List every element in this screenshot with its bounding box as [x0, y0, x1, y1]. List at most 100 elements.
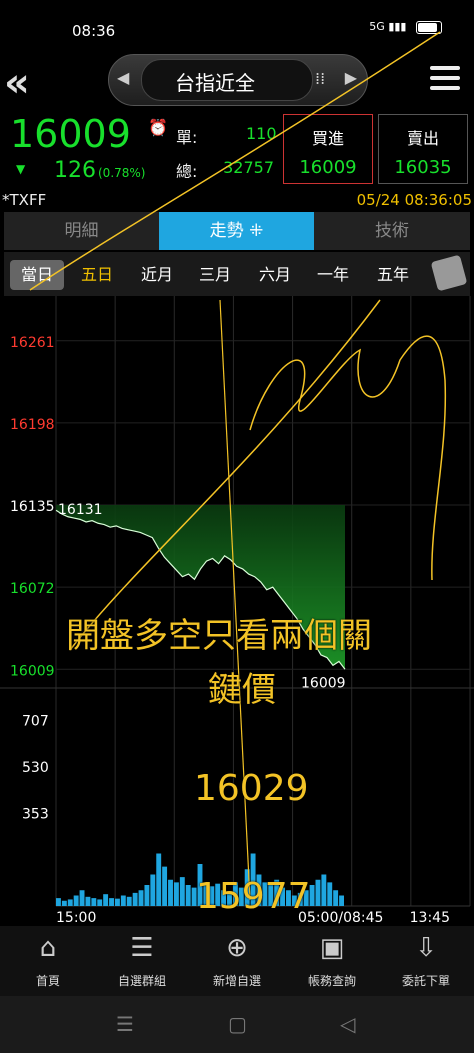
- volume-bar: [126, 896, 132, 906]
- view-tabs: 明細 走勢 ⁜ 技術: [4, 212, 470, 250]
- open-price-label: 16131: [58, 502, 103, 518]
- volume-bar: [103, 894, 109, 906]
- list-icon: ☰: [130, 933, 154, 963]
- volume-bar: [120, 895, 126, 906]
- volume-bar: [138, 890, 144, 906]
- recent-apps-icon[interactable]: ☰: [116, 1012, 134, 1036]
- quote-datetime: 05/24 08:36:05: [356, 191, 472, 209]
- volume-bar: [162, 866, 168, 906]
- plus-circle-icon: ⊕: [226, 933, 248, 963]
- back-icon[interactable]: «: [4, 60, 30, 106]
- period-3month[interactable]: 三月: [188, 260, 242, 290]
- nav-home-label: 首頁: [35, 974, 60, 988]
- settings-icon[interactable]: [430, 254, 468, 292]
- back-button-icon[interactable]: ◁: [340, 1012, 355, 1036]
- volume-bar: [67, 899, 73, 906]
- home-button-icon[interactable]: ▢: [228, 1012, 247, 1036]
- time-axis-label: 15:00: [56, 910, 96, 926]
- time-axis-label: 13:45: [410, 910, 450, 926]
- price-axis-label: 16261: [10, 335, 55, 351]
- order-icon: ⇩: [415, 933, 437, 963]
- sell-box[interactable]: 賣出 16035: [378, 114, 468, 184]
- volume-bar: [56, 898, 61, 906]
- volume-bar: [79, 890, 85, 906]
- grip-icon[interactable]: ⁞⁞: [315, 69, 325, 88]
- signal-icon: ▮▮▮: [388, 20, 407, 33]
- volume-bar: [114, 898, 120, 906]
- tab-trend[interactable]: 走勢 ⁜: [159, 212, 314, 250]
- chart-grid: [0, 296, 474, 907]
- nav-add-watch[interactable]: ⊕ 新增自選: [197, 930, 277, 989]
- nav-order[interactable]: ⇩ 委託下單: [386, 930, 466, 989]
- volume-bar: [321, 874, 327, 906]
- symbol-title: 台指近全: [175, 71, 255, 95]
- bottom-nav: ⌂ 首頁 ☰ 自選群組 ⊕ 新增自選 ▣ 帳務查詢 ⇩ 委託下單: [0, 926, 474, 996]
- last-price: 16009: [10, 112, 131, 156]
- annotation-headline-2: 鍵價: [208, 670, 276, 710]
- status-bar: 08:36 5G ▮▮▮: [0, 0, 474, 56]
- volume-bar: [333, 890, 339, 906]
- period-1month[interactable]: 近月: [130, 260, 184, 290]
- sell-value: 16035: [394, 157, 452, 178]
- symbol-selector[interactable]: ◀ 台指近全 ⁞⁞ ▶: [108, 54, 368, 106]
- annotation-headline-1: 開盤多空只看兩個關: [66, 616, 372, 656]
- price-axis-label: 16135: [10, 499, 55, 515]
- system-nav-bar: ☰ ▢ ◁: [0, 996, 474, 1053]
- price-axis-label: 16072: [10, 581, 55, 597]
- volume-bar: [144, 885, 150, 906]
- symbol-code: *TXFF: [2, 191, 47, 209]
- annotation-level-2: 15977: [196, 876, 311, 917]
- volume-bar: [150, 874, 156, 906]
- status-icons: 5G ▮▮▮: [369, 20, 442, 34]
- nav-account-label: 帳務查詢: [307, 974, 356, 988]
- network-icon: 5G: [369, 20, 385, 33]
- volume-axis-label: 353: [22, 806, 49, 822]
- tab-technical[interactable]: 技術: [314, 212, 470, 250]
- menu-icon[interactable]: [430, 66, 460, 96]
- volume-bar: [185, 885, 191, 906]
- unit-label: 單:: [176, 128, 198, 147]
- volume-bar: [97, 899, 103, 906]
- top-bar: « ◀ 台指近全 ⁞⁞ ▶: [0, 52, 474, 110]
- next-symbol-icon[interactable]: ▶: [345, 68, 357, 87]
- period-1year[interactable]: 一年: [306, 260, 360, 290]
- nav-account[interactable]: ▣ 帳務查詢: [292, 930, 372, 989]
- sell-label: 賣出: [406, 129, 439, 148]
- period-6month[interactable]: 六月: [248, 260, 302, 290]
- nav-watch-groups[interactable]: ☰ 自選群組: [102, 930, 182, 989]
- account-icon: ▣: [319, 933, 345, 963]
- alarm-icon[interactable]: ⏰: [148, 118, 168, 137]
- volume-bar: [179, 877, 185, 906]
- nav-watch-groups-label: 自選群組: [117, 974, 166, 988]
- volume-bar: [156, 853, 162, 906]
- period-selector: 當日 五日 近月 三月 六月 一年 五年: [4, 252, 470, 296]
- price-change: 126: [54, 158, 96, 183]
- annotation-level-1: 16029: [194, 768, 309, 809]
- volume-bar: [61, 900, 67, 906]
- home-icon: ⌂: [39, 933, 57, 963]
- nav-home[interactable]: ⌂ 首頁: [8, 930, 88, 989]
- buy-label: 買進: [311, 129, 344, 148]
- tab-detail[interactable]: 明細: [4, 212, 159, 250]
- change-arrow-icon: ▼: [16, 162, 26, 176]
- nav-add-watch-label: 新增自選: [212, 974, 261, 988]
- volume-bar: [109, 898, 114, 906]
- price-axis-label: 16009: [10, 663, 55, 679]
- total-value: 32757: [223, 158, 274, 177]
- price-axis-label: 16198: [10, 417, 55, 433]
- nav-order-label: 委託下單: [401, 974, 450, 988]
- period-5day[interactable]: 五日: [70, 260, 124, 290]
- volume-bar: [73, 895, 79, 906]
- unit-value: 110: [246, 124, 277, 143]
- period-today[interactable]: 當日: [10, 260, 64, 290]
- volume-bar: [85, 896, 91, 906]
- status-time: 08:36: [72, 22, 116, 40]
- volume-bar: [132, 892, 138, 906]
- buy-box[interactable]: 買進 16009: [283, 114, 373, 184]
- prev-symbol-icon[interactable]: ◀: [117, 68, 129, 87]
- volume-bar: [339, 895, 344, 906]
- volume-axis-label: 707: [22, 713, 49, 729]
- volume-bar: [91, 898, 97, 906]
- price-change-pct: (0.78%): [98, 166, 146, 180]
- period-5year[interactable]: 五年: [366, 260, 420, 290]
